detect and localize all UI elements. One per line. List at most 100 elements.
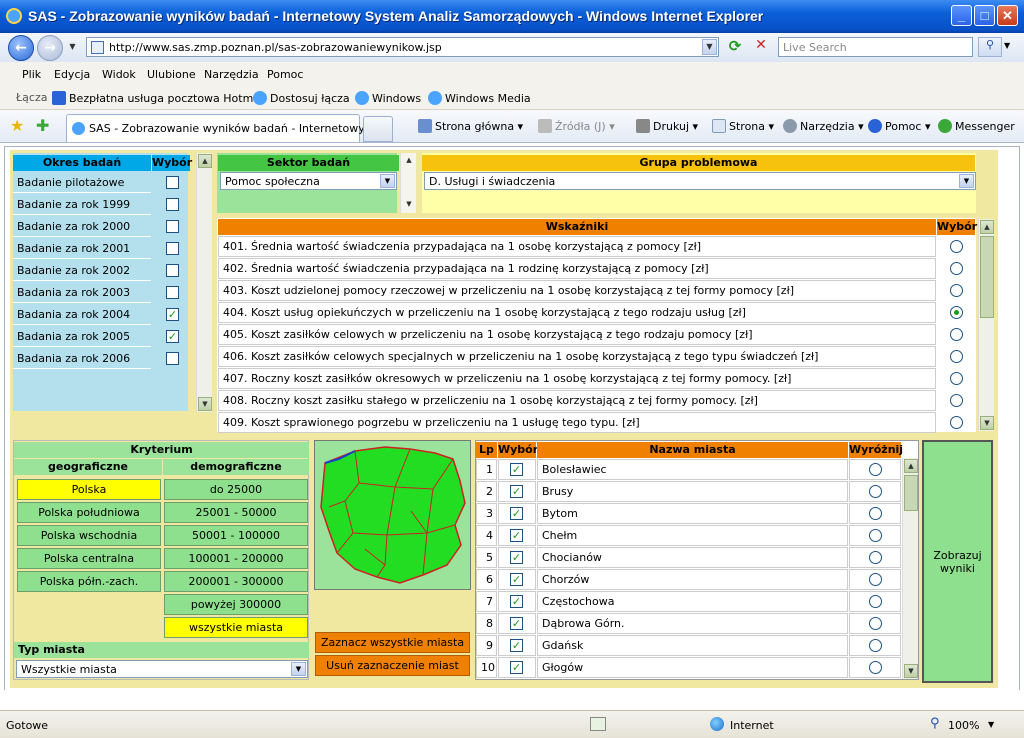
city-checkbox[interactable]: ✓ — [510, 573, 523, 586]
page-button[interactable]: Strona ▾ — [712, 119, 774, 133]
help-button[interactable]: Pomoc ▾ — [868, 119, 931, 133]
zoom-level[interactable]: 100% — [948, 719, 979, 732]
refresh-button[interactable]: ⟳ — [725, 37, 745, 57]
cities-scrollbar[interactable]: ▲ ▼ — [902, 458, 918, 679]
city-highlight-radio[interactable] — [869, 573, 882, 586]
deselect-cities-button[interactable]: Usuń zaznaczenie miast — [315, 655, 470, 676]
link-windows-media[interactable]: Windows Media — [428, 91, 531, 105]
address-bar[interactable]: http://www.sas.zmp.poznan.pl/sas-zobrazo… — [86, 37, 719, 57]
scroll-down-icon[interactable]: ▼ — [198, 397, 212, 411]
messenger-button[interactable]: Messenger — [938, 119, 1015, 133]
demo-criterion-button[interactable]: 25001 - 50000 — [164, 502, 308, 523]
feeds-button[interactable]: Źródła (J) ▾ — [538, 119, 615, 133]
city-highlight-radio[interactable] — [869, 485, 882, 498]
maximize-button[interactable]: □ — [974, 5, 995, 26]
add-favorites-icon[interactable]: ✚ — [36, 116, 49, 135]
okres-checkbox[interactable] — [166, 286, 179, 299]
demo-criterion-button[interactable]: wszystkie miasta — [164, 617, 308, 638]
menu-view[interactable]: Widok — [102, 68, 136, 81]
address-dropdown[interactable]: ▼ — [702, 39, 717, 55]
wskazniki-scrollbar[interactable]: ▲ ▼ — [978, 219, 994, 431]
city-checkbox[interactable]: ✓ — [510, 595, 523, 608]
geo-criterion-button[interactable]: Polska — [17, 479, 161, 500]
stop-button[interactable]: ✕ — [751, 37, 771, 57]
scroll-up-icon[interactable]: ▲ — [980, 220, 994, 234]
address-input[interactable]: http://www.sas.zmp.poznan.pl/sas-zobrazo… — [109, 41, 442, 54]
city-highlight-radio[interactable] — [869, 595, 882, 608]
city-highlight-radio[interactable] — [869, 661, 882, 674]
scroll-down-icon[interactable]: ▼ — [980, 416, 994, 430]
okres-checkbox[interactable] — [166, 198, 179, 211]
okres-checkbox[interactable]: ✓ — [166, 308, 179, 321]
zoom-dropdown[interactable]: ▼ — [988, 720, 994, 729]
menu-favorites[interactable]: Ulubione — [147, 68, 196, 81]
demo-criterion-button[interactable]: 100001 - 200000 — [164, 548, 308, 569]
city-checkbox[interactable]: ✓ — [510, 529, 523, 542]
city-highlight-radio[interactable] — [869, 551, 882, 564]
link-customize[interactable]: Dostosuj łącza — [253, 91, 350, 105]
demo-criterion-button[interactable]: 200001 - 300000 — [164, 571, 308, 592]
link-hotmail[interactable]: Bezpłatna usługa pocztowa Hotmail — [52, 91, 266, 105]
city-checkbox[interactable]: ✓ — [510, 507, 523, 520]
chevron-down-icon[interactable]: ▼ — [959, 174, 974, 188]
new-tab-button[interactable] — [363, 116, 393, 142]
city-highlight-radio[interactable] — [869, 507, 882, 520]
poland-map[interactable] — [314, 440, 471, 590]
city-checkbox[interactable]: ✓ — [510, 639, 523, 652]
search-input[interactable]: Live Search — [778, 37, 973, 57]
tools-button[interactable]: Narzędzia ▾ — [783, 119, 864, 133]
home-button[interactable]: Strona główna ▾ — [418, 119, 523, 133]
geo-criterion-button[interactable]: Polska centralna — [17, 548, 161, 569]
print-button[interactable]: Drukuj ▾ — [636, 119, 698, 133]
wskaznik-radio[interactable] — [950, 394, 963, 407]
city-checkbox[interactable]: ✓ — [510, 617, 523, 630]
back-button[interactable]: ← — [8, 35, 34, 61]
wskaznik-radio[interactable] — [950, 284, 963, 297]
scroll-up-icon[interactable]: ▲ — [198, 154, 212, 168]
sektor-scrollbar[interactable]: ▲ ▼ — [400, 153, 416, 213]
wskaznik-radio[interactable] — [950, 328, 963, 341]
okres-checkbox[interactable] — [166, 264, 179, 277]
scroll-thumb[interactable] — [980, 236, 994, 318]
city-checkbox[interactable]: ✓ — [510, 463, 523, 476]
forward-button[interactable]: → — [37, 35, 63, 61]
sektor-select[interactable]: Pomoc społeczna ▼ — [220, 172, 397, 190]
search-options-dropdown[interactable]: ▼ — [1004, 41, 1010, 50]
menu-help[interactable]: Pomoc — [267, 68, 303, 81]
demo-criterion-button[interactable]: powyżej 300000 — [164, 594, 308, 615]
scroll-up-icon[interactable]: ▲ — [402, 154, 416, 168]
okres-checkbox[interactable] — [166, 176, 179, 189]
wskaznik-radio[interactable] — [950, 416, 963, 429]
scroll-down-icon[interactable]: ▼ — [402, 198, 416, 212]
city-highlight-radio[interactable] — [869, 617, 882, 630]
menu-tools[interactable]: Narzędzia — [204, 68, 259, 81]
menu-edit[interactable]: Edycja — [54, 68, 90, 81]
okres-checkbox[interactable]: ✓ — [166, 330, 179, 343]
geo-criterion-button[interactable]: Polska półn.-zach. — [17, 571, 161, 592]
close-button[interactable]: ✕ — [997, 5, 1018, 26]
demo-criterion-button[interactable]: 50001 - 100000 — [164, 525, 308, 546]
wskaznik-radio[interactable] — [950, 306, 963, 319]
wskaznik-radio[interactable] — [950, 350, 963, 363]
city-highlight-radio[interactable] — [869, 639, 882, 652]
history-dropdown[interactable]: ▼ — [65, 40, 80, 56]
wskaznik-radio[interactable] — [950, 372, 963, 385]
zoom-icon[interactable]: ⚲ — [930, 716, 940, 731]
chevron-down-icon[interactable]: ▼ — [291, 662, 306, 676]
city-checkbox[interactable]: ✓ — [510, 551, 523, 564]
select-all-cities-button[interactable]: Zaznacz wszystkie miasta — [315, 632, 470, 653]
scroll-thumb[interactable] — [904, 475, 918, 511]
typ-miasta-select[interactable]: Wszystkie miasta ▼ — [16, 660, 308, 678]
city-checkbox[interactable]: ✓ — [510, 661, 523, 674]
scroll-up-icon[interactable]: ▲ — [904, 459, 918, 473]
wskaznik-radio[interactable] — [950, 240, 963, 253]
grupa-select[interactable]: D. Usługi i świadczenia ▼ — [424, 172, 976, 190]
tab-active[interactable]: SAS - Zobrazowanie wyników badań - Inter… — [66, 114, 386, 142]
link-windows[interactable]: Windows — [355, 91, 421, 105]
demo-criterion-button[interactable]: do 25000 — [164, 479, 308, 500]
show-results-button[interactable]: Zobrazuj wyniki — [922, 440, 993, 683]
minimize-button[interactable]: _ — [951, 5, 972, 26]
wskaznik-radio[interactable] — [950, 262, 963, 275]
city-highlight-radio[interactable] — [869, 463, 882, 476]
favorites-star-icon[interactable]: ★ — [10, 116, 24, 135]
